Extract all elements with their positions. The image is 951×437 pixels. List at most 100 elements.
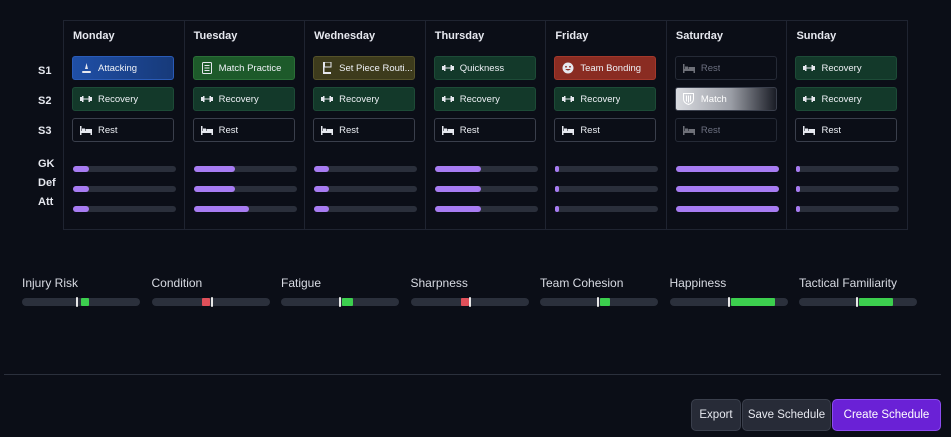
session-slot-rest[interactable]: Rest bbox=[313, 118, 416, 142]
metric-change-segment bbox=[342, 298, 353, 306]
day-name: Saturday bbox=[675, 30, 723, 42]
intensity-fill bbox=[73, 166, 89, 172]
session-slot-recovery[interactable]: Recovery bbox=[795, 87, 898, 111]
session-slot-match[interactable]: Match bbox=[674, 87, 777, 111]
session-label: Rest bbox=[218, 124, 239, 136]
metric-bar bbox=[151, 297, 270, 307]
intensity-fill bbox=[675, 166, 779, 172]
session-slot-rest[interactable]: Rest bbox=[72, 118, 174, 142]
metric-name: Fatigue bbox=[281, 276, 322, 290]
session-label: Recovery bbox=[98, 93, 139, 105]
dumbbell-icon bbox=[802, 64, 816, 72]
intensity-bar-gk bbox=[796, 166, 900, 172]
intensity-bar-att bbox=[796, 206, 900, 212]
session-slot-recovery[interactable]: Recovery bbox=[554, 87, 657, 111]
row-label-gk: GK bbox=[38, 158, 55, 170]
intensity-bar-gk bbox=[434, 166, 538, 172]
intensity-bar-att bbox=[314, 206, 418, 212]
session-slot-recovery[interactable]: Recovery bbox=[433, 87, 536, 111]
session-label: Rest bbox=[580, 124, 600, 136]
save-schedule-button[interactable]: Save Schedule bbox=[742, 399, 831, 431]
day-name: Thursday bbox=[434, 30, 485, 42]
session-label: Team Bonding bbox=[580, 62, 642, 74]
smile-icon bbox=[561, 62, 575, 74]
session-slot-rest[interactable]: Rest bbox=[674, 56, 777, 80]
session-slot-rest[interactable]: Rest bbox=[192, 118, 295, 142]
session-slot-recovery[interactable]: Recovery bbox=[313, 87, 416, 111]
metric-fatigue: Fatigue bbox=[281, 276, 399, 307]
session-label: Rest bbox=[821, 124, 842, 136]
session-slot-rest[interactable]: Rest bbox=[674, 118, 777, 142]
day-column-wednesday: Wednesday Set Piece Routi... Recovery Rest bbox=[305, 21, 426, 229]
session-slot-match-practice[interactable]: Match Practice bbox=[192, 56, 295, 80]
row-label-s3: S3 bbox=[38, 125, 52, 137]
export-button[interactable]: Export bbox=[691, 399, 741, 431]
intensity-bar-gk bbox=[73, 166, 176, 172]
session-label: Rest bbox=[339, 124, 359, 136]
session-label: Rest bbox=[98, 124, 118, 136]
intensity-fill bbox=[555, 166, 560, 172]
metric-current-marker bbox=[727, 297, 730, 307]
metric-bar bbox=[669, 297, 788, 307]
day-name: Friday bbox=[555, 30, 589, 42]
day-name: Wednesday bbox=[314, 30, 376, 42]
intensity-fill bbox=[73, 206, 89, 212]
metric-name: Condition bbox=[151, 276, 203, 290]
row-label-att: Att bbox=[38, 196, 54, 208]
intensity-bar-gk bbox=[675, 166, 779, 172]
intensity-fill bbox=[73, 186, 89, 192]
intensity-bar-def bbox=[555, 186, 659, 192]
row-label-s1: S1 bbox=[38, 65, 52, 77]
intensity-bar-gk bbox=[193, 166, 297, 172]
intensity-fill bbox=[434, 166, 481, 172]
session-label: Recovery bbox=[580, 93, 621, 105]
intensity-bar-gk bbox=[555, 166, 659, 172]
row-label-def: Def bbox=[38, 177, 56, 189]
clipboard-icon bbox=[200, 62, 214, 74]
intensity-fill bbox=[675, 186, 779, 192]
metric-change-segment bbox=[730, 298, 775, 306]
metric-happiness: Happiness bbox=[669, 276, 788, 307]
intensity-fill bbox=[796, 206, 801, 212]
weekly-schedule-grid: Monday Attacking Recovery Rest Tuesday Match … bbox=[63, 20, 908, 230]
day-name: Sunday bbox=[796, 30, 837, 42]
intensity-bar-def bbox=[675, 186, 779, 192]
dumbbell-icon bbox=[441, 64, 455, 72]
session-label: Rest bbox=[700, 62, 721, 74]
session-slot-team-bonding[interactable]: Team Bonding bbox=[554, 56, 657, 80]
metric-name: Sharpness bbox=[410, 276, 468, 290]
metric-change-segment bbox=[600, 298, 610, 306]
session-slot-rest[interactable]: Rest bbox=[795, 118, 898, 142]
intensity-fill bbox=[434, 186, 481, 192]
shield-icon bbox=[682, 93, 696, 105]
day-column-saturday: Saturday Rest Match Rest bbox=[667, 21, 788, 229]
session-slot-recovery[interactable]: Recovery bbox=[192, 87, 295, 111]
session-slot-recovery[interactable]: Recovery bbox=[795, 56, 898, 80]
dumbbell-icon bbox=[561, 95, 575, 103]
session-slot-recovery[interactable]: Recovery bbox=[72, 87, 174, 111]
day-name: Monday bbox=[73, 30, 115, 42]
session-label: Recovery bbox=[821, 62, 862, 74]
create-schedule-button[interactable]: Create Schedule bbox=[832, 399, 941, 431]
metric-change-segment bbox=[81, 298, 90, 306]
session-label: Attacking bbox=[98, 62, 138, 74]
dumbbell-icon bbox=[200, 95, 214, 103]
session-slot-rest[interactable]: Rest bbox=[433, 118, 536, 142]
session-label: Set Piece Routi... bbox=[339, 62, 413, 74]
intensity-fill bbox=[193, 186, 235, 192]
metric-name: Happiness bbox=[669, 276, 727, 290]
metric-current-marker bbox=[76, 297, 79, 307]
session-slot-quickness[interactable]: Quickness bbox=[433, 56, 536, 80]
session-slot-rest[interactable]: Rest bbox=[554, 118, 657, 142]
flag-icon bbox=[320, 62, 334, 74]
metric-bar bbox=[540, 297, 658, 307]
intensity-fill bbox=[796, 166, 801, 172]
intensity-bar-def bbox=[73, 186, 176, 192]
session-label: Quickness bbox=[459, 62, 505, 74]
session-label: Rest bbox=[700, 124, 721, 136]
session-slot-set-piece[interactable]: Set Piece Routi... bbox=[313, 56, 416, 80]
bed-icon bbox=[79, 125, 93, 135]
session-slot-attacking[interactable]: Attacking bbox=[72, 56, 174, 80]
day-column-sunday: Sunday Recovery Recovery Rest bbox=[787, 21, 907, 229]
bed-icon bbox=[682, 63, 696, 73]
